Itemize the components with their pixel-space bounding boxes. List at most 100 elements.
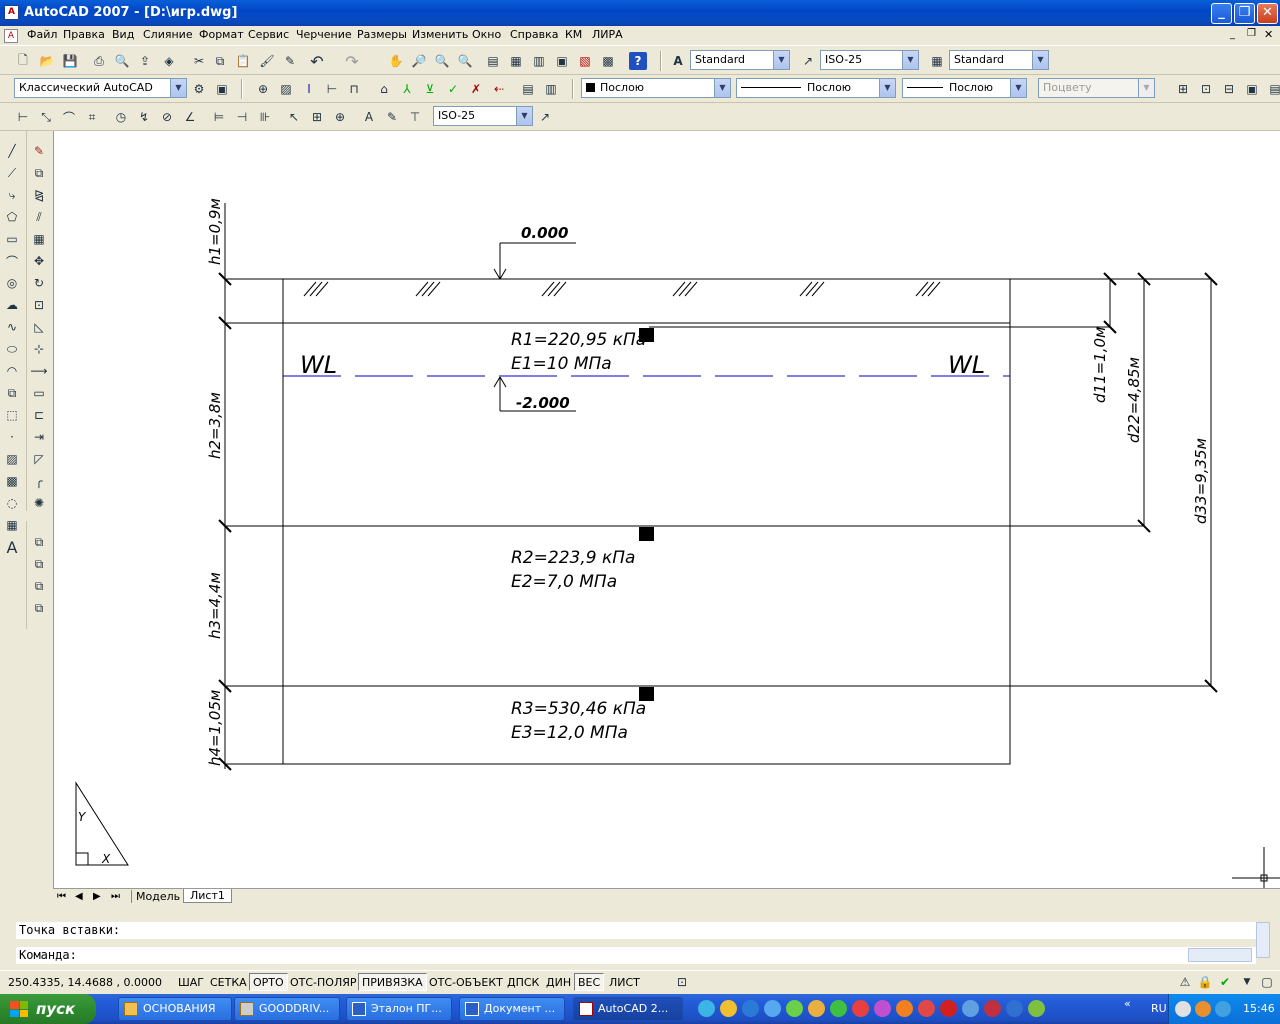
tray-menu-icon[interactable]: ▼: [1238, 973, 1256, 991]
task-gooddrive[interactable]: GOODDRIV...: [234, 997, 340, 1021]
menu-format[interactable]: Формат: [199, 28, 244, 41]
command-scrollbar[interactable]: [1256, 922, 1270, 958]
redo-icon[interactable]: ↷: [343, 52, 361, 71]
menu-view[interactable]: Вид: [112, 28, 134, 41]
quick-leader-icon[interactable]: ↖: [285, 108, 303, 126]
opera-icon[interactable]: [940, 1000, 957, 1017]
undo-icon[interactable]: ↶: [308, 52, 326, 71]
render-icon[interactable]: ⊞: [1174, 80, 1192, 98]
make-block-icon[interactable]: ⬚: [3, 406, 21, 424]
attach-icon[interactable]: ⌂: [375, 80, 393, 98]
ucs-3point-icon[interactable]: ✓: [444, 80, 462, 98]
quicklaunch-icon-8[interactable]: [852, 1000, 869, 1017]
minimize-button[interactable]: _: [1211, 3, 1232, 24]
plot-preview-icon[interactable]: 🔍: [113, 52, 131, 70]
lock-icon[interactable]: 🔒: [1196, 973, 1214, 991]
move-icon[interactable]: ✥: [30, 252, 48, 270]
doc-close-button[interactable]: ✕: [1264, 28, 1273, 41]
linetype-select[interactable]: Послою ▼: [736, 78, 896, 98]
save-icon[interactable]: 💾: [61, 52, 79, 70]
arc-icon[interactable]: ⌒: [3, 252, 21, 270]
comm-center-icon[interactable]: ⚠: [1176, 973, 1194, 991]
table-icon[interactable]: ▦: [3, 516, 21, 534]
construction-line-icon[interactable]: ⟋: [3, 164, 21, 182]
command-hscrollbar[interactable]: [1188, 948, 1252, 962]
dim-ordinate-icon[interactable]: ⊓: [345, 80, 363, 98]
menu-edit[interactable]: Правка: [63, 28, 105, 41]
design-center-icon[interactable]: ▦: [507, 52, 525, 70]
menu-merge[interactable]: Слияние: [143, 28, 193, 41]
quicklaunch-icon-1[interactable]: [698, 1000, 715, 1017]
quicklaunch-icon-15[interactable]: [1006, 1000, 1023, 1017]
sheet-set-icon[interactable]: ▣: [553, 52, 571, 70]
ucs-previous-icon[interactable]: ⇠: [490, 80, 508, 98]
markup-icon[interactable]: ▧: [576, 52, 594, 70]
match-properties-icon[interactable]: 🖌: [258, 52, 276, 70]
ucs-rotate-icon[interactable]: ⊻: [421, 80, 439, 98]
ucs-delete-icon[interactable]: ✗: [467, 80, 485, 98]
layer-manager-icon[interactable]: ▤: [519, 80, 537, 98]
dim-angular-icon[interactable]: ∠: [181, 108, 199, 126]
scale-icon[interactable]: ⊡: [30, 296, 48, 314]
array-icon[interactable]: ▦: [30, 230, 48, 248]
grid-toggle[interactable]: СЕТКА: [206, 973, 251, 991]
dim-style-select[interactable]: ISO-25 ▼: [820, 50, 919, 70]
dim-style-select-2[interactable]: ISO-25 ▼: [433, 106, 533, 126]
quicklaunch-icon-2[interactable]: [720, 1000, 737, 1017]
pan-icon[interactable]: ✋: [387, 52, 405, 70]
dyn-toggle[interactable]: ДИН: [542, 973, 575, 991]
menu-tools[interactable]: Сервис: [248, 28, 289, 41]
text-style-icon[interactable]: A: [669, 52, 687, 70]
autocad-app-icon[interactable]: A: [4, 5, 19, 20]
point-icon[interactable]: ·: [3, 428, 21, 446]
dim-linear-icon[interactable]: ⊢: [323, 80, 341, 98]
cut-icon[interactable]: ✂: [190, 52, 208, 70]
tray-icon-2[interactable]: [1195, 1001, 1211, 1017]
line-icon[interactable]: ╱: [3, 142, 21, 160]
join-icon[interactable]: ⇥: [30, 428, 48, 446]
doc-minimize-button[interactable]: _: [1230, 29, 1235, 40]
send-under-icon[interactable]: ⧉: [30, 599, 48, 617]
region-icon[interactable]: ◌: [3, 494, 21, 512]
break-icon[interactable]: ⊏: [30, 406, 48, 424]
dim-aligned-icon[interactable]: ⤡: [37, 108, 55, 126]
clock[interactable]: 15:46: [1243, 1002, 1275, 1015]
publish-icon[interactable]: ⇪: [136, 52, 154, 70]
dim-continue-icon[interactable]: ⊪: [256, 108, 274, 126]
insert-block-icon[interactable]: ⧉: [3, 384, 21, 402]
copy-object-icon[interactable]: ⧉: [30, 164, 48, 182]
next-tab-icon[interactable]: ▶: [93, 891, 101, 902]
snap-toggle[interactable]: ШАГ: [174, 973, 208, 991]
properties-icon[interactable]: ▤: [484, 52, 502, 70]
layer-previous-icon[interactable]: ▥: [542, 80, 560, 98]
quicklaunch-icon-11[interactable]: [918, 1000, 935, 1017]
tray-icon-3[interactable]: [1215, 1001, 1231, 1017]
language-indicator[interactable]: RU: [1151, 1002, 1167, 1015]
break-at-point-icon[interactable]: ▭: [30, 384, 48, 402]
document-icon[interactable]: A: [4, 29, 18, 43]
table-style-select[interactable]: Standard ▼: [949, 50, 1049, 70]
explode-icon[interactable]: ✺: [30, 494, 48, 512]
ducs-toggle[interactable]: ДПСК: [503, 973, 543, 991]
zoom-previous-icon[interactable]: 🔍: [456, 52, 474, 70]
dim-text-edit-icon[interactable]: ✎: [383, 108, 401, 126]
dim-style-icon[interactable]: ↗: [799, 52, 817, 70]
quicklaunch-icon-6[interactable]: [808, 1000, 825, 1017]
bring-above-icon[interactable]: ⧉: [30, 577, 48, 595]
quicklaunch-icon-7[interactable]: [830, 1000, 847, 1017]
task-word-document[interactable]: Документ ...: [459, 997, 565, 1021]
workspace-settings-icon[interactable]: ⚙: [190, 80, 208, 98]
render-window-icon[interactable]: ▣: [1243, 80, 1261, 98]
dim-radius-icon[interactable]: ◷: [112, 108, 130, 126]
tool-palettes-icon[interactable]: ▥: [530, 52, 548, 70]
fillet-icon[interactable]: ╭: [30, 472, 48, 490]
menu-dimension[interactable]: Размеры: [357, 28, 407, 41]
rotate-icon[interactable]: ↻: [30, 274, 48, 292]
bring-to-front-icon[interactable]: ⧉: [30, 533, 48, 551]
menu-file[interactable]: Файл: [27, 28, 57, 41]
tray-icon-1[interactable]: [1175, 1001, 1191, 1017]
zoom-realtime-icon[interactable]: 🔎: [410, 52, 428, 70]
polygon-icon[interactable]: ⬠: [3, 208, 21, 226]
command-input[interactable]: Команда:: [16, 947, 1256, 964]
quicklaunch-icon-9[interactable]: [874, 1000, 891, 1017]
